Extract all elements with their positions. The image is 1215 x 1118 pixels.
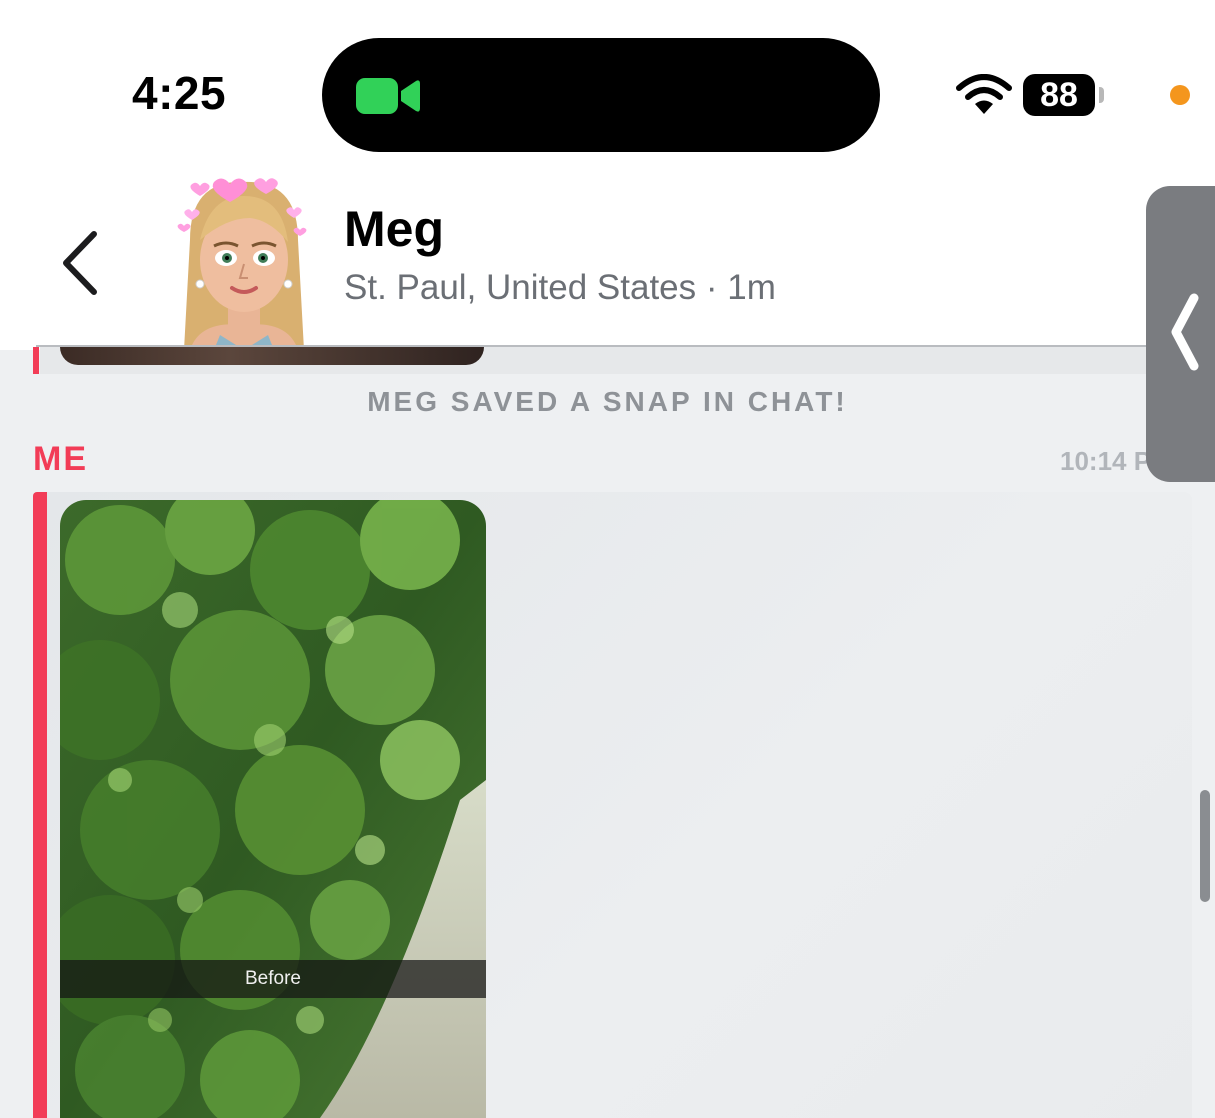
contact-name[interactable]: Meg <box>344 200 444 258</box>
system-message: MEG SAVED A SNAP IN CHAT! <box>367 386 848 417</box>
message-strip <box>33 492 47 1118</box>
battery-icon: 88 <box>1023 74 1095 116</box>
sender-label: ME <box>33 440 88 478</box>
snapchat-chat-screen: 4:25 88 Meg St. Paul, United States · 1m… <box>0 0 1215 1118</box>
snap-image[interactable]: Before <box>60 500 486 1118</box>
side-panel-tab[interactable] <box>1146 186 1215 482</box>
message-timestamp: 10:14 P <box>1060 446 1152 476</box>
wifi-icon <box>956 74 1012 114</box>
foliage-photo <box>60 500 486 1118</box>
previous-snap-thumbnail[interactable] <box>60 347 484 365</box>
previous-message-strip <box>33 347 39 374</box>
facetime-video-icon <box>356 78 420 114</box>
scrollbar[interactable] <box>1200 790 1210 902</box>
avatar[interactable] <box>170 160 318 350</box>
snap-caption: Before <box>60 960 486 998</box>
chevron-left-icon <box>1171 293 1199 371</box>
status-time: 4:25 <box>132 67 227 119</box>
contact-status: St. Paul, United States · 1m <box>344 268 776 307</box>
dynamic-island[interactable] <box>322 38 880 152</box>
mic-indicator-dot <box>1170 85 1190 105</box>
back-button[interactable] <box>56 228 106 298</box>
battery-tip <box>1099 87 1104 103</box>
